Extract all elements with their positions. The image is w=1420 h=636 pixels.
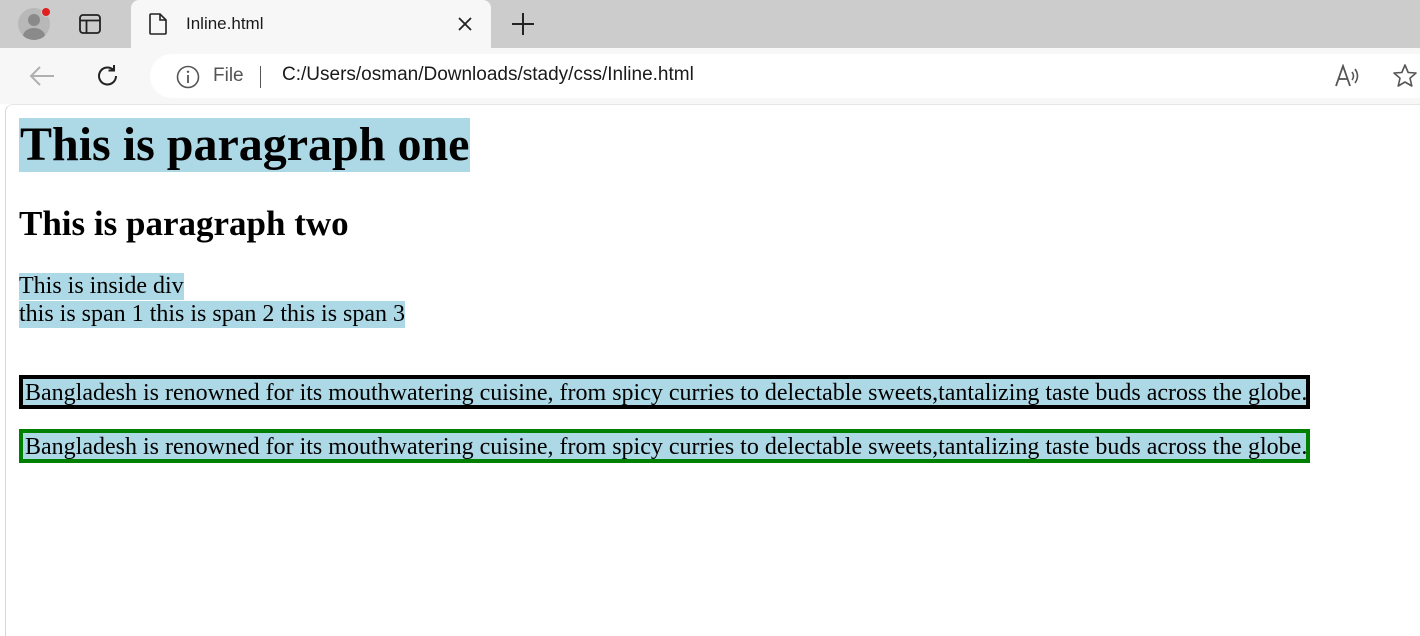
refresh-button[interactable]: [94, 62, 122, 90]
avatar-head: [28, 14, 40, 26]
paragraph-green-border: Bangladesh is renowned for its mouthwate…: [19, 429, 1310, 463]
avatar-shoulders: [23, 28, 45, 40]
file-icon: [149, 13, 167, 35]
tab-actions-svg: [79, 14, 101, 34]
page-viewport: This is paragraph one This is paragraph …: [5, 104, 1420, 636]
tab-title: Inline.html: [186, 14, 264, 33]
scheme-label: File: [213, 65, 244, 86]
span-three: this is span 3: [280, 301, 406, 327]
heading-one: This is paragraph one: [19, 118, 471, 172]
span-two: this is span 2: [149, 301, 275, 327]
url-text[interactable]: C:/Users/osman/Downloads/stady/css/Inlin…: [282, 64, 694, 86]
paragraph-black-border: Bangladesh is renowned for its mouthwate…: [19, 375, 1310, 409]
back-arrow-icon: [29, 66, 54, 86]
notification-dot: [41, 7, 51, 17]
star-icon[interactable]: [1392, 63, 1418, 89]
refresh-icon: [98, 65, 117, 86]
address-bar[interactable]: File C:/Users/osman/Downloads/stady/css/…: [150, 54, 1420, 98]
span-line: this is span 1 this is span 2 this is sp…: [19, 301, 406, 328]
tab-strip: Inline.html: [0, 0, 1420, 48]
close-icon[interactable]: [457, 16, 473, 32]
span-one: this is span 1: [19, 301, 144, 327]
div-text: This is inside div: [19, 273, 184, 300]
address-separator: [260, 66, 261, 88]
tab-actions-icon[interactable]: [76, 10, 104, 38]
plus-icon[interactable]: [510, 11, 536, 37]
active-tab[interactable]: Inline.html: [131, 0, 491, 48]
read-aloud-icon[interactable]: [1334, 64, 1362, 88]
browser-toolbar: File C:/Users/osman/Downloads/stady/css/…: [0, 48, 1420, 104]
info-icon[interactable]: [176, 65, 200, 89]
heading-two: This is paragraph two: [19, 204, 349, 243]
back-button[interactable]: [28, 62, 56, 90]
